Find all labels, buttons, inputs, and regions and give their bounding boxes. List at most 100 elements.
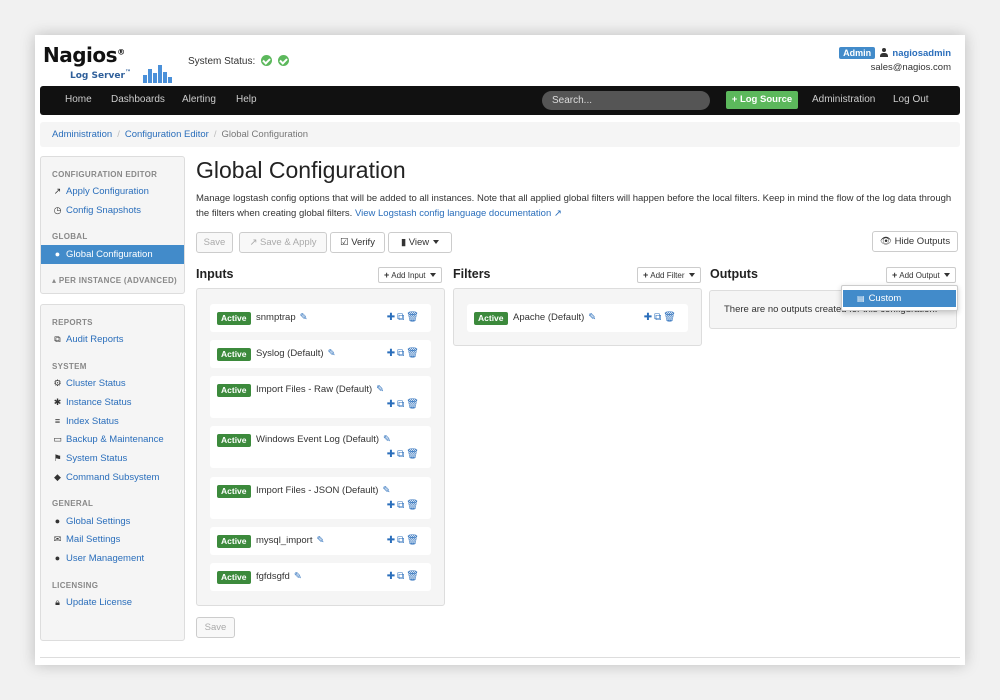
add-icon[interactable]: ✚ [387,399,397,410]
add-icon[interactable]: ✚ [644,312,654,323]
add-log-source-button[interactable]: + Log Source [726,91,798,109]
trash-icon[interactable]: 🗑︎ [406,449,421,460]
save-apply-button[interactable]: ↗ Save & Apply [239,232,327,253]
sidebar-item-global-configuration[interactable]: ● Global Configuration [41,245,184,264]
copy-icon[interactable]: ⧉ [397,500,406,511]
save-button[interactable]: Save [196,232,233,253]
input-name: Syslog (Default) [256,348,324,359]
copy-icon[interactable]: ⧉ [654,312,663,323]
sidebar-item-update-license[interactable]: 🔒︎ Update License [52,597,132,608]
copy-icon[interactable]: ⧉ [397,571,406,582]
nav-help[interactable]: Help [236,94,257,105]
dropdown-item-custom[interactable]: ▤ Custom [843,290,956,307]
copy-icon[interactable]: ⧉ [397,449,406,460]
active-badge: Active [217,384,251,397]
sidebar-item-apply-configuration[interactable]: ↗ Apply Configuration [52,186,149,197]
search-input[interactable] [542,91,710,110]
pencil-icon[interactable]: ✎ [383,434,391,445]
add-icon[interactable]: ✚ [387,500,397,511]
file-text-icon: ▤ [857,294,865,303]
nav-dashboards[interactable]: Dashboards [111,94,165,105]
add-icon[interactable]: ✚ [387,449,397,460]
nav-logout[interactable]: Log Out [893,94,929,105]
username-link[interactable]: nagiosadmin [892,48,951,59]
sidebar-item-command-subsystem[interactable]: ◆ Command Subsystem [52,472,159,483]
nagios-logo[interactable]: Nagios® Log Server™ [43,43,173,83]
nav-alerting[interactable]: Alerting [182,94,216,105]
add-input-button[interactable]: + Add Input [378,267,442,283]
copy-icon[interactable]: ⧉ [397,312,406,323]
view-dropdown-button[interactable]: ▮ View [388,232,452,253]
user-email: sales@nagios.com [870,62,951,73]
pencil-icon[interactable]: ✎ [376,384,384,395]
cog-icon: ✱ [53,397,62,407]
bottom-save-button[interactable]: Save [196,617,235,638]
pencil-icon[interactable]: ✎ [328,348,336,359]
description-text: Manage logstash config options that will… [196,193,952,219]
copy-icon[interactable]: ⧉ [397,535,406,546]
caret-down-icon [688,273,695,277]
flag-icon: ⚑ [53,453,62,463]
caret-down-icon [429,273,436,277]
sidebar-item-instance-status[interactable]: ✱ Instance Status [52,397,132,408]
input-name: mysql_import [256,535,313,546]
sidebar-item-global-settings[interactable]: ● Global Settings [52,516,131,527]
nav-home[interactable]: Home [65,94,92,105]
add-icon[interactable]: ✚ [387,312,397,323]
sidebar-admin: REPORTS ⧉ Audit Reports SYSTEM ⚙ Cluster S… [40,304,185,641]
pencil-icon[interactable]: ✎ [317,535,325,546]
trash-icon[interactable]: 🗑︎ [663,312,678,323]
breadcrumb: Administration / Configuration Editor / Glob… [40,122,960,147]
globe-icon: ● [54,249,61,259]
pencil-icon[interactable]: ✎ [382,485,390,496]
system-status-label: System Status: [188,56,256,67]
hdd-icon: ▭ [53,434,62,444]
sidebar-item-mail-settings[interactable]: ✉ Mail Settings [52,534,121,545]
nav-administration[interactable]: Administration [812,94,875,105]
status-ok-icon[interactable] [261,55,273,66]
clock-icon: ◷ [53,205,62,215]
sidebar-heading-general: GENERAL [52,499,94,508]
verify-button[interactable]: ☑ Verify [330,232,385,253]
trash-icon[interactable]: 🗑︎ [406,312,421,323]
trash-icon[interactable]: 🗑︎ [406,348,421,359]
breadcrumb-config-editor[interactable]: Configuration Editor [125,129,209,140]
sidebar-heading-reports: REPORTS [52,318,93,327]
filter-name: Apache (Default) [513,312,585,323]
breadcrumb-administration[interactable]: Administration [52,129,112,140]
sidebar-item-audit-reports[interactable]: ⧉ Audit Reports [52,334,123,345]
logstash-docs-link[interactable]: View Logstash config language documentat… [355,208,562,219]
copy-icon[interactable]: ⧉ [397,348,406,359]
sidebar-item-user-management[interactable]: ● User Management [52,553,144,564]
add-icon[interactable]: ✚ [387,571,397,582]
copy-icon[interactable]: ⧉ [397,399,406,410]
external-link-icon: ↗ [249,237,261,248]
add-filter-button[interactable]: + Add Filter [637,267,701,283]
trash-icon[interactable]: 🗑︎ [406,535,421,546]
sidebar-item-cluster-status[interactable]: ⚙ Cluster Status [52,378,125,389]
add-icon[interactable]: ✚ [387,348,397,359]
sidebar-heading-config-editor: CONFIGURATION EDITOR [52,170,158,179]
database-icon: ≡ [54,416,61,426]
sidebar-per-instance-toggle[interactable]: ▴ PER INSTANCE (ADVANCED) [52,276,177,285]
sidebar-item-config-snapshots[interactable]: ◷ Config Snapshots [52,205,141,216]
sidebar-item-backup-maintenance[interactable]: ▭ Backup & Maintenance [52,434,163,445]
pencil-icon[interactable]: ✎ [300,312,308,323]
pencil-icon[interactable]: ✎ [294,571,302,582]
trash-icon[interactable]: 🗑︎ [406,500,421,511]
sidebar-heading-global: GLOBAL [52,232,88,241]
sidebar-item-system-status[interactable]: ⚑ System Status [52,453,127,464]
caret-down-icon [433,240,440,244]
sidebar-item-index-status[interactable]: ≡ Index Status [52,416,119,427]
add-icon[interactable]: ✚ [387,535,397,546]
hide-outputs-button[interactable]: 👁︎ Hide Outputs [872,231,958,252]
add-output-button[interactable]: + Add Output [886,267,956,283]
lock-icon: 🔒︎ [55,597,60,607]
pencil-icon[interactable]: ✎ [588,312,596,323]
logo-name: Nagios [43,43,118,67]
add-output-dropdown: ▤ Custom [841,285,958,311]
status-ok-icon[interactable] [277,55,289,66]
trash-icon[interactable]: 🗑︎ [406,571,421,582]
input-name: Windows Event Log (Default) [256,434,380,445]
trash-icon[interactable]: 🗑︎ [406,399,421,410]
